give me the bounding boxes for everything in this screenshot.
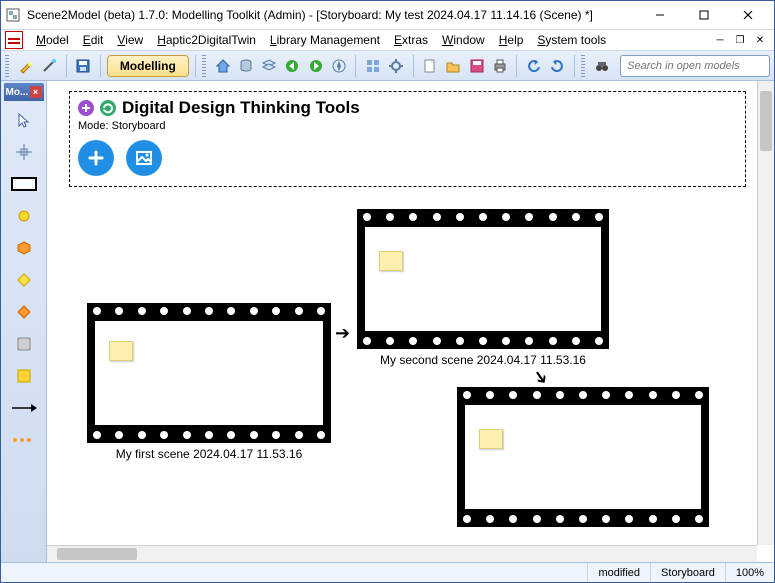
crosshair-tool-icon[interactable] <box>8 139 40 165</box>
status-bar: modified Storyboard 100% <box>1 562 774 582</box>
tool-palette: Mo...× <box>1 81 47 562</box>
add-scene-button[interactable] <box>78 140 114 176</box>
image-scene-button[interactable] <box>126 140 162 176</box>
menu-library-management[interactable]: Library Management <box>263 31 387 49</box>
mode-pill[interactable]: Modelling <box>107 55 189 77</box>
scene-frame-2[interactable] <box>357 209 609 349</box>
yellow-diamond-tool-icon[interactable] <box>8 267 40 293</box>
save2-icon[interactable] <box>466 54 487 78</box>
search-box[interactable] <box>620 55 770 77</box>
menu-bar: Model Edit View Haptic2DigitalTwin Libra… <box>1 29 774 51</box>
edit-tool-icon[interactable] <box>15 54 36 78</box>
document-icon <box>5 31 23 49</box>
canvas[interactable]: Digital Design Thinking Tools Mode: Stor… <box>57 87 750 538</box>
toolbar-grip-3[interactable] <box>581 55 585 77</box>
minimize-button[interactable] <box>638 2 682 28</box>
toolbar-grip[interactable] <box>5 55 9 77</box>
redo-icon[interactable] <box>546 54 567 78</box>
vertical-scrollbar[interactable] <box>757 81 774 545</box>
sticky-note-icon <box>379 251 403 271</box>
green-refresh-icon <box>100 100 116 116</box>
horizontal-scrollbar[interactable] <box>47 545 757 562</box>
menu-window[interactable]: Window <box>435 31 492 49</box>
gear-icon[interactable] <box>385 54 406 78</box>
orange-hex-tool-icon[interactable] <box>8 235 40 261</box>
status-view: Storyboard <box>650 563 725 582</box>
back-icon[interactable] <box>282 54 303 78</box>
gray-square-tool-icon[interactable] <box>8 331 40 357</box>
app-window: Scene2Model (beta) 1.7.0: Modelling Tool… <box>0 0 775 583</box>
search-input[interactable] <box>625 59 765 73</box>
menu-system-tools[interactable]: System tools <box>530 31 613 49</box>
menu-model[interactable]: Model <box>29 31 76 49</box>
scene-frame-3[interactable] <box>457 387 709 527</box>
new-doc-icon[interactable] <box>420 54 441 78</box>
mdi-minimize-button[interactable]: ─ <box>711 32 729 48</box>
body: Mo...× Digital Design Thi <box>1 81 774 562</box>
database-icon[interactable] <box>235 54 256 78</box>
status-zoom[interactable]: 100% <box>725 563 774 582</box>
menu-help[interactable]: Help <box>492 31 531 49</box>
home-icon[interactable] <box>212 54 233 78</box>
undo-icon[interactable] <box>523 54 544 78</box>
pointer-tool-icon[interactable] <box>8 107 40 133</box>
save-icon[interactable] <box>73 54 94 78</box>
binoculars-icon[interactable] <box>591 54 612 78</box>
status-modified: modified <box>587 563 650 582</box>
storyboard-mode-label: Mode: Storyboard <box>78 120 737 132</box>
palette-title: Mo...× <box>4 83 44 101</box>
toolbar: Modelling <box>1 51 774 81</box>
toolbar-grip-2[interactable] <box>202 55 206 77</box>
print-icon[interactable] <box>489 54 510 78</box>
forward-icon[interactable] <box>305 54 326 78</box>
rect-tool-icon[interactable] <box>8 171 40 197</box>
dots-tool-icon[interactable] <box>8 427 40 453</box>
app-icon <box>5 7 21 23</box>
scene-2-label: My second scene 2024.04.17 11.53.16 <box>353 353 613 367</box>
sticky-note-icon <box>109 341 133 361</box>
canvas-area: Digital Design Thinking Tools Mode: Stor… <box>47 81 774 562</box>
menu-edit[interactable]: Edit <box>76 31 111 49</box>
storyboard-header-card[interactable]: Digital Design Thinking Tools Mode: Stor… <box>69 91 746 187</box>
maximize-button[interactable] <box>682 2 726 28</box>
open-icon[interactable] <box>443 54 464 78</box>
palette-close-icon[interactable]: × <box>30 86 42 98</box>
menu-view[interactable]: View <box>110 31 150 49</box>
mdi-close-button[interactable]: ✕ <box>751 32 769 48</box>
purple-badge-icon <box>78 100 94 116</box>
storyboard-title: Digital Design Thinking Tools <box>122 98 360 118</box>
title-bar: Scene2Model (beta) 1.7.0: Modelling Tool… <box>1 1 774 29</box>
stack-icon[interactable] <box>259 54 280 78</box>
menu-haptic2digitaltwin[interactable]: Haptic2DigitalTwin <box>150 31 263 49</box>
orange-diamond-tool-icon[interactable] <box>8 299 40 325</box>
compass-icon[interactable] <box>328 54 349 78</box>
arrow-tool-icon[interactable] <box>8 395 40 421</box>
scene-1-label: My first scene 2024.04.17 11.53.16 <box>79 447 339 461</box>
sticky-note-icon <box>479 429 503 449</box>
arrow-connector-1: ➔ <box>335 323 350 344</box>
grid-icon[interactable] <box>362 54 383 78</box>
wand-tool-icon[interactable] <box>39 54 60 78</box>
mdi-restore-button[interactable]: ❐ <box>731 32 749 48</box>
yellow-square-tool-icon[interactable] <box>8 363 40 389</box>
yellow-circle-tool-icon[interactable] <box>8 203 40 229</box>
menu-extras[interactable]: Extras <box>387 31 435 49</box>
window-title: Scene2Model (beta) 1.7.0: Modelling Tool… <box>27 8 638 22</box>
close-button[interactable] <box>726 2 770 28</box>
scene-frame-1[interactable] <box>87 303 331 443</box>
